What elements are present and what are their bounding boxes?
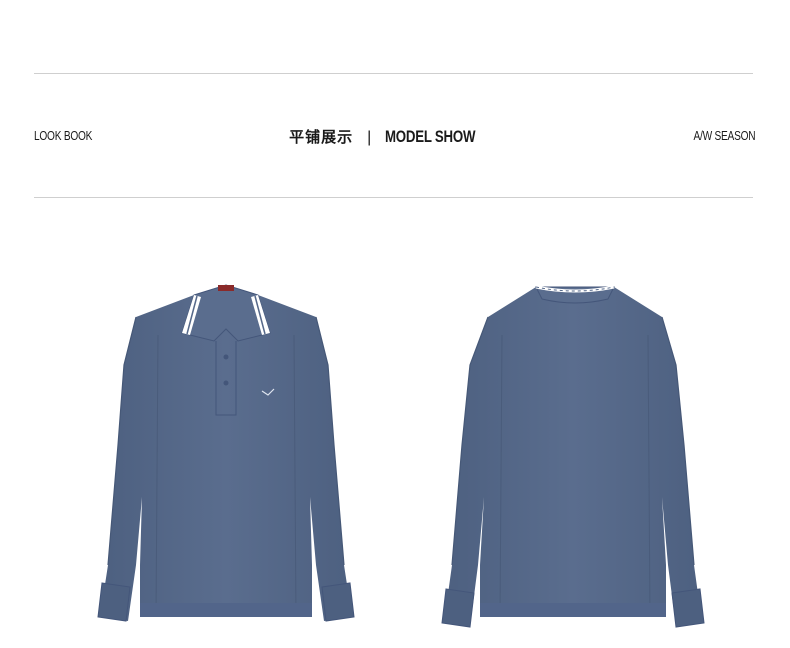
title-separator: | bbox=[367, 129, 372, 146]
section-title-en: MODEL SHOW bbox=[385, 127, 476, 146]
top-divider bbox=[34, 73, 753, 74]
season-label: A/W SEASON bbox=[693, 128, 755, 143]
polo-front-image bbox=[66, 265, 376, 635]
section-title: 平铺展示 | MODEL SHOW bbox=[0, 126, 790, 147]
section-title-cn: 平铺展示 bbox=[289, 128, 354, 146]
polo-back-image bbox=[418, 265, 728, 635]
bottom-divider bbox=[34, 197, 753, 198]
